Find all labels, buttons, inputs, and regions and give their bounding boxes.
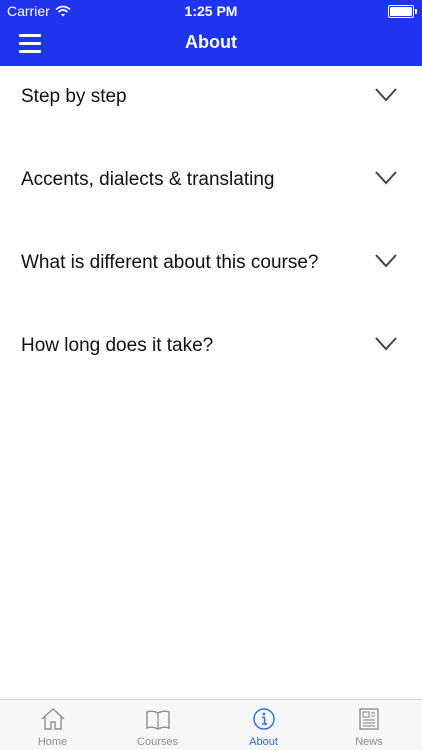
info-icon (252, 708, 275, 730)
chevron-down-icon (375, 337, 397, 351)
chevron-down-icon (375, 88, 397, 102)
tab-label: About (249, 736, 278, 748)
chevron-down-icon (375, 171, 397, 185)
accordion-item-label: What is different about this course? (21, 252, 319, 273)
book-icon (145, 710, 170, 730)
page-title: About (185, 32, 237, 52)
chevron-down-icon (375, 254, 397, 268)
accordion-item-label: Accents, dialects & translating (21, 169, 275, 190)
nav-bar: About (0, 22, 422, 66)
accordion-item-accents[interactable]: Accents, dialects & translating (0, 149, 422, 232)
tab-about[interactable]: About (211, 700, 316, 750)
app-header: Carrier 1:25 PM About (0, 0, 422, 66)
battery-icon (388, 5, 417, 18)
tab-news[interactable]: News (316, 700, 422, 750)
tab-courses[interactable]: Courses (105, 700, 210, 750)
accordion-list: Step by step Accents, dialects & transla… (0, 66, 422, 398)
tab-bar: Home Courses About News (0, 699, 422, 750)
newspaper-icon (359, 708, 379, 730)
accordion-item-how-long[interactable]: How long does it take? (0, 315, 422, 398)
status-bar: Carrier 1:25 PM (0, 0, 422, 22)
accordion-item-step-by-step[interactable]: Step by step (0, 66, 422, 149)
tab-label: Courses (137, 736, 178, 748)
status-time: 1:25 PM (184, 3, 238, 19)
tab-home[interactable]: Home (0, 700, 105, 750)
home-icon (41, 708, 64, 730)
accordion-item-different[interactable]: What is different about this course? (0, 232, 422, 315)
accordion-item-label: Step by step (21, 86, 127, 107)
tab-label: Home (37, 736, 68, 748)
tab-label: News (355, 736, 383, 748)
accordion-item-label: How long does it take? (21, 335, 214, 356)
